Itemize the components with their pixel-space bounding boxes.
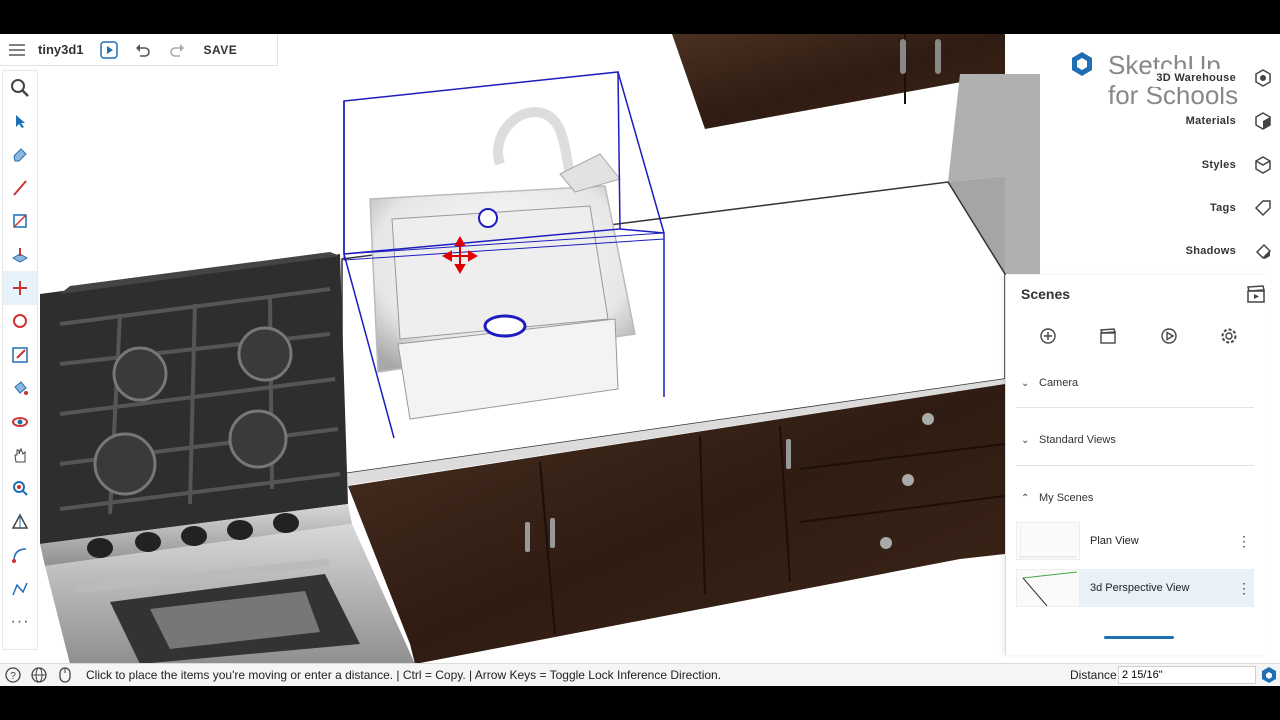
scenes-toolbar	[1006, 327, 1271, 350]
arc-icon[interactable]	[3, 538, 37, 571]
warehouse-icon	[1246, 58, 1280, 98]
zoom-extents-icon[interactable]	[3, 472, 37, 505]
paint-bucket-icon[interactable]	[3, 372, 37, 405]
section-plane-icon[interactable]	[3, 505, 37, 538]
tab-3d-warehouse[interactable]: 3D Warehouse	[1150, 58, 1280, 98]
tab-shadows[interactable]: Shadows	[1179, 231, 1280, 271]
move-tool-icon[interactable]	[3, 271, 37, 305]
chevron-up-icon: ⌃	[1021, 492, 1030, 504]
left-toolbar: ···	[2, 70, 38, 650]
distance-input[interactable]: 2 15/16"	[1118, 666, 1256, 684]
distance-label: Distance	[1070, 668, 1117, 682]
tab-tags[interactable]: Tags	[1203, 188, 1280, 228]
rectangle-icon[interactable]	[3, 205, 37, 238]
search-icon[interactable]	[3, 71, 37, 104]
scene-settings-gear-icon[interactable]	[1220, 327, 1238, 350]
top-bar: tiny3d1 SAVE	[0, 34, 278, 66]
scene-thumbnail	[1016, 522, 1080, 560]
my-scenes-section[interactable]: ⌃ My Scenes	[1021, 492, 1257, 504]
orbit-icon[interactable]	[3, 405, 37, 438]
redo-icon[interactable]	[160, 34, 194, 66]
scenes-panel-title: Scenes	[1021, 286, 1071, 302]
play-animation-icon[interactable]	[1160, 327, 1178, 350]
status-bar: ? Click to place the items you're moving…	[0, 663, 1280, 686]
select-arrow-icon[interactable]	[3, 104, 37, 137]
scene-item[interactable]: Plan View ⋮	[1016, 522, 1254, 560]
hamburger-menu-icon[interactable]	[0, 34, 34, 66]
panel-scroll-indicator[interactable]	[1104, 636, 1174, 639]
pencil-line-icon[interactable]	[3, 171, 37, 204]
standard-views-section[interactable]: ⌄ Standard Views	[1021, 434, 1257, 446]
chevron-down-icon: ⌄	[1021, 434, 1030, 446]
globe-icon[interactable]	[26, 664, 52, 686]
camera-section[interactable]: ⌄ Camera	[1021, 377, 1257, 389]
tag-icon	[1246, 188, 1280, 228]
more-tools-icon[interactable]: ···	[3, 605, 37, 638]
scene-options-icon[interactable]: ⋮	[1234, 533, 1254, 550]
scenes-panel: Scenes ⌄ Camera ⌄ Standard Views ⌃ My Sc…	[1005, 275, 1270, 655]
freehand-icon[interactable]	[3, 572, 37, 605]
materials-cube-icon	[1246, 101, 1280, 141]
styles-cube-icon	[1246, 145, 1280, 185]
eraser-icon[interactable]	[3, 138, 37, 171]
mouse-icon[interactable]	[52, 664, 78, 686]
tab-materials[interactable]: Materials	[1179, 101, 1280, 141]
undo-icon[interactable]	[126, 34, 160, 66]
shadow-eraser-icon	[1246, 231, 1280, 271]
tab-styles[interactable]: Styles	[1195, 145, 1280, 185]
add-scene-icon[interactable]	[1039, 327, 1057, 350]
scene-options-icon[interactable]: ⋮	[1234, 580, 1254, 597]
pan-hand-icon[interactable]	[3, 438, 37, 471]
update-scene-icon[interactable]	[1099, 327, 1117, 350]
save-button[interactable]: SAVE	[204, 43, 238, 57]
sketchup-app: SketchUp for Schools tiny3d1 SAVE ··· 3D…	[0, 34, 1280, 686]
scenes-clapper-icon[interactable]	[1246, 284, 1266, 309]
scene-thumbnail	[1016, 569, 1080, 607]
rotate-icon[interactable]	[3, 305, 37, 338]
chevron-down-icon: ⌄	[1021, 377, 1030, 389]
svg-text:?: ?	[10, 671, 16, 682]
help-icon[interactable]: ?	[0, 664, 26, 686]
push-pull-icon[interactable]	[3, 238, 37, 271]
status-message: Click to place the items you're moving o…	[86, 668, 722, 682]
document-title[interactable]: tiny3d1	[38, 42, 84, 57]
scene-item-selected[interactable]: 3d Perspective View ⋮	[1016, 569, 1254, 607]
play-presentation-icon[interactable]	[92, 34, 126, 66]
sketchup-cube-icon[interactable]	[1260, 666, 1278, 686]
scale-icon[interactable]	[3, 338, 37, 371]
